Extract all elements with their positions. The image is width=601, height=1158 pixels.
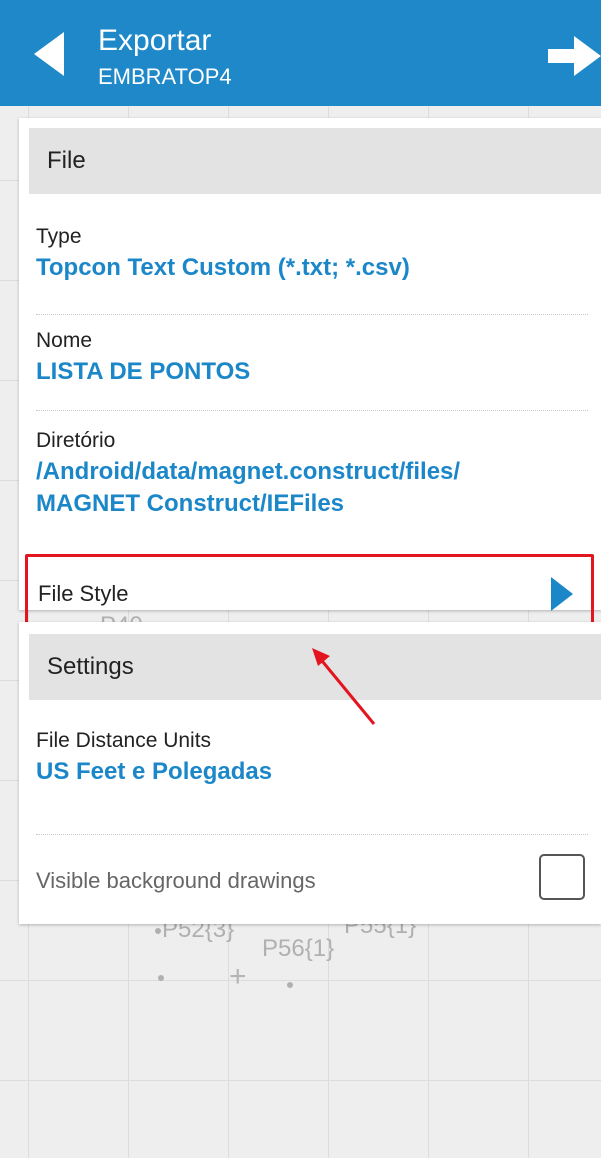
map-point-label: P56{1}	[262, 935, 335, 962]
directory-value-line2: MAGNET Construct/IEFiles	[36, 490, 345, 517]
name-field[interactable]: Nome LISTA DE PONTOS	[36, 328, 596, 388]
directory-field[interactable]: Diretório /Android/data/magnet.construct…	[36, 428, 596, 520]
map-point-dot-icon	[287, 982, 293, 988]
app-header: Exportar EMBRATOP4	[0, 0, 601, 106]
name-value: LISTA DE PONTOS	[36, 358, 251, 385]
back-arrow-icon[interactable]	[30, 30, 70, 78]
map-point-dot-icon	[158, 975, 164, 981]
distance-units-value: US Feet e Polegadas	[36, 758, 273, 785]
chevron-right-icon	[551, 577, 573, 611]
divider	[36, 410, 588, 411]
background-drawings-checkbox[interactable]	[539, 854, 585, 900]
map-point-cross-icon: +	[229, 960, 247, 993]
type-value: Topcon Text Custom (*.txt; *.csv)	[36, 254, 410, 281]
divider	[36, 834, 588, 835]
file-panel: File Type Topcon Text Custom (*.txt; *.c…	[19, 118, 601, 634]
background-drawings-label: Visible background drawings	[36, 868, 316, 893]
name-label: Nome	[36, 329, 93, 352]
annotation-arrow-icon	[312, 648, 376, 725]
forward-arrow-icon[interactable]	[548, 36, 601, 76]
page-subtitle: EMBRATOP4	[98, 64, 232, 89]
type-field[interactable]: Type Topcon Text Custom (*.txt; *.csv)	[36, 224, 596, 284]
type-label: Type	[36, 225, 82, 248]
directory-value-line1: /Android/data/magnet.construct/files/	[36, 458, 461, 485]
directory-label: Diretório	[36, 429, 116, 452]
page-title: Exportar	[98, 24, 212, 57]
file-style-label: File Style	[38, 581, 129, 606]
divider	[36, 314, 588, 315]
map-point-dot-icon	[155, 928, 161, 934]
file-section-header: File	[29, 128, 601, 194]
